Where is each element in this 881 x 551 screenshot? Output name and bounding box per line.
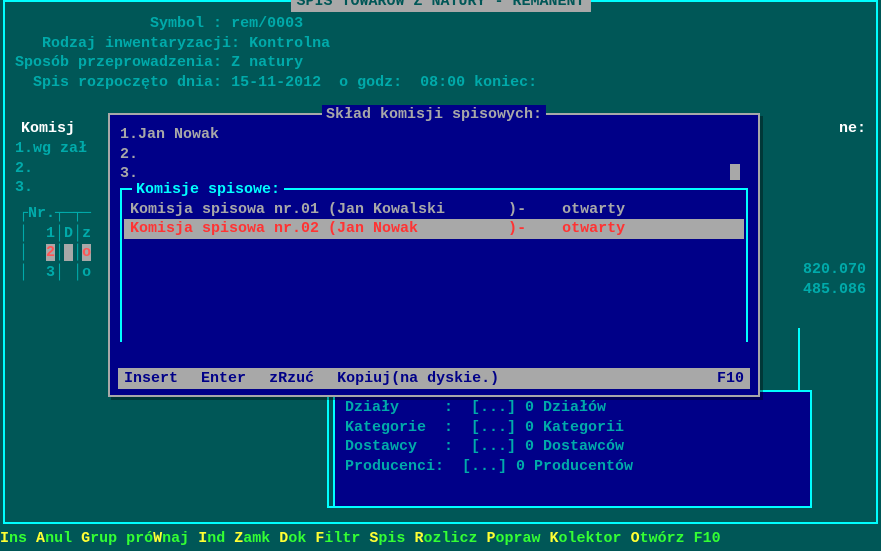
table-cell[interactable]: 2 (46, 244, 55, 261)
dialog-title: Skład komisji spisowych: (322, 105, 546, 125)
hotkey-item[interactable]: Grup (81, 530, 117, 547)
filter-subpanel: Działy : [...] 0 Działów Kategorie : [..… (333, 390, 812, 508)
commission-list-frame: Komisje spisowe: Komisja spisowa nr.01 (… (120, 188, 748, 342)
end-label: koniec: (474, 74, 537, 91)
left-short-list: 1.wg zał 2. 3. (15, 139, 87, 198)
filter-label: Dostawcy (345, 438, 435, 455)
background-table: ┌Nr.┬─┬─ │ 1│D│z │ 2│ │o │ 3│ │o (19, 204, 91, 282)
start-label: Spis rozpoczęto dnia: (33, 74, 222, 91)
hotkey-item[interactable]: Dok (279, 530, 306, 547)
filter-label: Kategorie (345, 419, 435, 436)
member-row[interactable]: 1.Jan Nowak (120, 125, 748, 145)
insert-key[interactable]: Insert (124, 370, 178, 387)
table-cell: D (64, 225, 73, 242)
filter-value[interactable]: [...] 0 Działów (471, 399, 606, 416)
filter-label: Działy (345, 399, 435, 416)
col-nr: Nr. (28, 205, 55, 222)
amount-value: 485.086 (803, 280, 866, 300)
table-cell: z (82, 225, 91, 242)
hotkey-item[interactable]: Spis (369, 530, 405, 547)
method-label: Sposób przeprowadzenia: (15, 54, 222, 71)
zrzuc-key[interactable]: zRzuć (269, 370, 314, 387)
hotkey-item[interactable]: Zamk (234, 530, 270, 547)
right-numbers: 820.070 485.086 (803, 260, 866, 299)
text-cursor (730, 164, 740, 180)
hotkey-item[interactable]: Filtr (315, 530, 360, 547)
table-cell: o (82, 264, 91, 281)
commission-label: Komisj (21, 119, 75, 139)
bottom-hotkey-bar: Ins Anul Grup próWnaj Ind Zamk Dok Filtr… (0, 527, 881, 551)
filter-label: Producenci (345, 458, 435, 475)
filter-value[interactable]: [...] 0 Producentów (462, 458, 633, 475)
table-cell: 3 (46, 264, 55, 281)
kopiuj-key[interactable]: Kopiuj(na dyskie.) (337, 370, 499, 387)
symbol-label: Symbol : (150, 15, 222, 32)
kind-label: Rodzaj inwentaryzacji: (42, 35, 240, 52)
kind-value: Kontrolna (249, 35, 330, 52)
start-time: 08:00 (420, 74, 465, 91)
table-cell[interactable]: o (82, 244, 91, 261)
hotkey-item[interactable]: Rozlicz (414, 530, 477, 547)
enter-key[interactable]: Enter (201, 370, 246, 387)
table-cell: 1 (46, 225, 55, 242)
commission-list-title: Komisje spisowe: (132, 180, 284, 200)
filter-value[interactable]: [...] 0 Kategorii (471, 419, 624, 436)
commission-dialog: Skład komisji spisowych: 1.Jan Nowak 2. … (108, 113, 760, 397)
commission-row[interactable]: Komisja spisowa nr.01 (Jan Kowalski )- o… (122, 200, 746, 220)
table-cell[interactable] (64, 244, 73, 261)
symbol-value: rem/0003 (231, 15, 303, 32)
time-label: o godz: (339, 74, 402, 91)
f10-key[interactable]: F10 (717, 369, 744, 389)
hotkey-item[interactable]: Ins (0, 530, 27, 547)
hotkey-item[interactable]: F10 (694, 530, 721, 547)
commission-row-selected[interactable]: Komisja spisowa nr.02 (Jan Nowak )- otwa… (124, 219, 744, 239)
member-row[interactable]: 2. (120, 145, 748, 165)
hotkey-item[interactable]: Popraw (486, 530, 540, 547)
dialog-footer: Insert Enter zRzuć Kopiuj(na dyskie.) F1… (118, 368, 750, 390)
list-item: 3. (15, 178, 87, 198)
list-item: 1.wg zał (15, 139, 87, 159)
amount-value: 820.070 (803, 260, 866, 280)
start-date: 15-11-2012 (231, 74, 321, 91)
method-value: Z natury (231, 54, 303, 71)
present-label: ne: (839, 119, 866, 139)
window-title: SPIS TOWARÓW Z NATURY - REMANENT (290, 0, 590, 12)
hotkey-item[interactable]: Otwórz (631, 530, 685, 547)
list-item: 2. (15, 159, 87, 179)
filter-value[interactable]: [...] 0 Dostawców (471, 438, 624, 455)
header-block: Symbol : rem/0003 Rodzaj inwentaryzacji:… (5, 2, 876, 92)
hotkey-item[interactable]: Anul (36, 530, 72, 547)
table-cell (64, 264, 73, 281)
hotkey-item[interactable]: próWnaj (126, 530, 189, 547)
hotkey-item[interactable]: Kolektor (550, 530, 622, 547)
hotkey-item[interactable]: Ind (198, 530, 225, 547)
